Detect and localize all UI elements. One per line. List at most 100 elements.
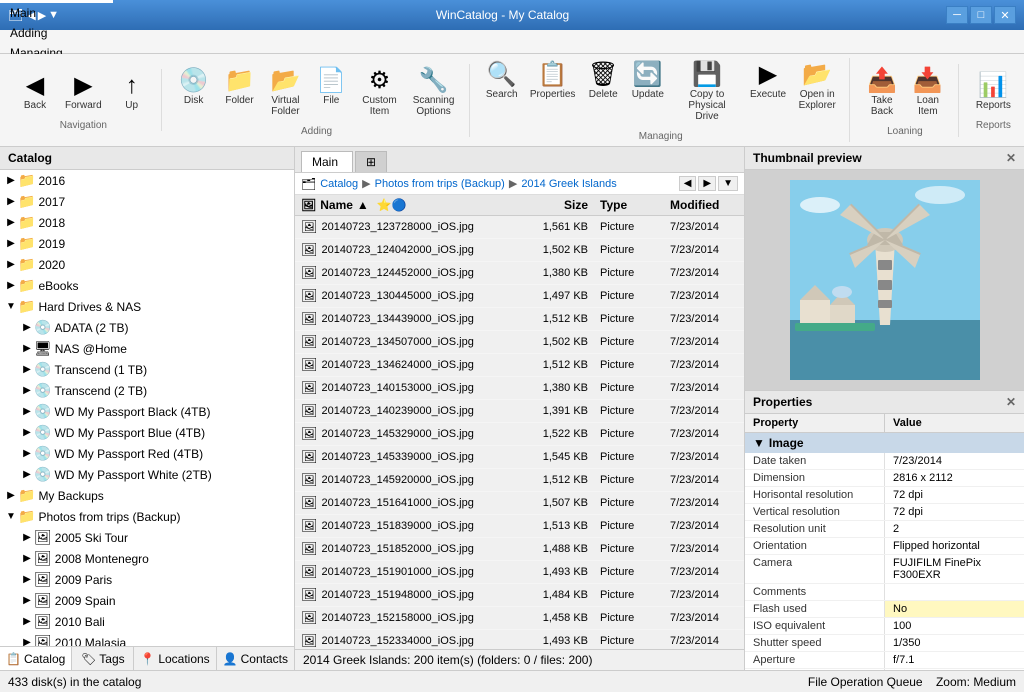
scanning-options-button[interactable]: 🔧 ScanningOptions — [406, 64, 462, 122]
tree-expand-wd-black-4tb[interactable]: ▶ — [20, 405, 34, 419]
breadcrumb-view-btn[interactable]: ▼ — [718, 176, 738, 191]
file-row[interactable]: 🖼 20140723_145329000_iOS.jpg1,522 KBPict… — [295, 423, 744, 446]
search-button[interactable]: 🔍 Search — [480, 58, 523, 127]
sidebar-footer-tab-catalog[interactable]: 📋Catalog — [0, 647, 72, 670]
file-row[interactable]: 🖼 20140723_134439000_iOS.jpg1,512 KBPict… — [295, 308, 744, 331]
tree-expand-transcend-2tb[interactable]: ▶ — [20, 384, 34, 398]
virtual-folder-button[interactable]: 📂 VirtualFolder — [263, 64, 307, 122]
minimize-button[interactable]: ─ — [946, 6, 968, 24]
tree-expand-2009-paris[interactable]: ▶ — [20, 573, 34, 587]
menu-tab-adding[interactable]: Adding — [0, 23, 113, 43]
tree-expand-photos-from-trips[interactable]: ▼ — [4, 510, 18, 524]
disk-button[interactable]: 💿 Disk — [172, 64, 216, 122]
tree-expand-2009-spain[interactable]: ▶ — [20, 594, 34, 608]
breadcrumb-photos[interactable]: Photos from trips (Backup) — [375, 178, 505, 190]
file-row[interactable]: 🖼 20140723_152334000_iOS.jpg1,493 KBPict… — [295, 630, 744, 649]
file-row[interactable]: 🖼 20140723_145920000_iOS.jpg1,512 KBPict… — [295, 469, 744, 492]
open-explorer-button[interactable]: 📂 Open inExplorer — [793, 58, 841, 127]
file-row[interactable]: 🖼 20140723_130445000_iOS.jpg1,497 KBPict… — [295, 285, 744, 308]
tab-2[interactable]: ⊞ — [355, 151, 387, 172]
thumbnail-close-button[interactable]: ✕ — [1006, 151, 1016, 165]
file-button[interactable]: 📄 File — [309, 64, 353, 122]
col-header-type[interactable]: Type — [594, 195, 664, 215]
image-section[interactable]: ▼ Image — [745, 433, 1024, 453]
tree-item-transcend-1tb[interactable]: ▶💿Transcend (1 TB) — [0, 359, 294, 380]
tree-item-photos-from-trips[interactable]: ▼📁Photos from trips (Backup) — [0, 506, 294, 527]
tree-item-wd-red-4tb[interactable]: ▶💿WD My Passport Red (4TB) — [0, 443, 294, 464]
delete-button[interactable]: 🗑 Delete — [582, 58, 624, 127]
breadcrumb-greek-islands[interactable]: 2014 Greek Islands — [521, 178, 616, 190]
tree-expand-2008-montenegro[interactable]: ▶ — [20, 552, 34, 566]
execute-button[interactable]: ▶ Execute — [745, 58, 792, 127]
file-row[interactable]: 🖼 20140723_151901000_iOS.jpg1,493 KBPict… — [295, 561, 744, 584]
file-row[interactable]: 🖼 20140723_145339000_iOS.jpg1,545 KBPict… — [295, 446, 744, 469]
reports-button[interactable]: 📊 Reports — [969, 69, 1018, 116]
tree-expand-ebooks[interactable]: ▶ — [4, 279, 18, 293]
tree-item-hard-drives-nas[interactable]: ▼📁Hard Drives & NAS — [0, 296, 294, 317]
up-button[interactable]: ↑ Up — [111, 69, 153, 116]
tree-expand-2010-malasia[interactable]: ▶ — [20, 636, 34, 647]
tree-item-2010-bali[interactable]: ▶🖼2010 Bali — [0, 611, 294, 632]
tree-item-my-backups[interactable]: ▶📁My Backups — [0, 485, 294, 506]
col-header-size[interactable]: Size — [514, 195, 594, 215]
tree-expand-2005-ski[interactable]: ▶ — [20, 531, 34, 545]
tree-item-2009-paris[interactable]: ▶🖼2009 Paris — [0, 569, 294, 590]
breadcrumb-forward-btn[interactable]: ▶ — [698, 176, 716, 191]
tree-expand-2018[interactable]: ▶ — [4, 216, 18, 230]
tree-item-2017[interactable]: ▶📁2017 — [0, 191, 294, 212]
file-row[interactable]: 🖼 20140723_151852000_iOS.jpg1,488 KBPict… — [295, 538, 744, 561]
tree-expand-hard-drives-nas[interactable]: ▼ — [4, 300, 18, 314]
loan-item-button[interactable]: 📥 LoanItem — [906, 64, 950, 122]
file-row[interactable]: 🖼 20140723_151839000_iOS.jpg1,513 KBPict… — [295, 515, 744, 538]
tree-item-wd-black-4tb[interactable]: ▶💿WD My Passport Black (4TB) — [0, 401, 294, 422]
file-row[interactable]: 🖼 20140723_124042000_iOS.jpg1,502 KBPict… — [295, 239, 744, 262]
tree-expand-wd-red-4tb[interactable]: ▶ — [20, 447, 34, 461]
forward-button[interactable]: ▶ Forward — [58, 69, 109, 116]
sidebar-footer-tab-locations[interactable]: 📍Locations — [134, 647, 216, 670]
tree-expand-transcend-1tb[interactable]: ▶ — [20, 363, 34, 377]
maximize-button[interactable]: □ — [970, 6, 992, 24]
file-row[interactable]: 🖼 20140723_140239000_iOS.jpg1,391 KBPict… — [295, 400, 744, 423]
close-button[interactable]: ✕ — [994, 6, 1016, 24]
tree-item-2008-montenegro[interactable]: ▶🖼2008 Montenegro — [0, 548, 294, 569]
col-header-name[interactable]: 🖼 Name ▲ ⭐🔵 — [295, 195, 514, 215]
tree-item-2018[interactable]: ▶📁2018 — [0, 212, 294, 233]
properties-close-button[interactable]: ✕ — [1006, 395, 1016, 409]
file-row[interactable]: 🖼 20140723_134624000_iOS.jpg1,512 KBPict… — [295, 354, 744, 377]
folder-button[interactable]: 📁 Folder — [218, 64, 262, 122]
custom-item-button[interactable]: ⚙ CustomItem — [355, 64, 403, 122]
take-back-button[interactable]: 📤 TakeBack — [860, 64, 904, 122]
tree-expand-2016[interactable]: ▶ — [4, 174, 18, 188]
col-header-modified[interactable]: Modified — [664, 195, 744, 215]
tree-item-2016[interactable]: ▶📁2016 — [0, 170, 294, 191]
tree-expand-my-backups[interactable]: ▶ — [4, 489, 18, 503]
tree-item-2019[interactable]: ▶📁2019 — [0, 233, 294, 254]
tree-item-nas-at-home[interactable]: ▶🖥NAS @Home — [0, 338, 294, 359]
tree-item-2020[interactable]: ▶📁2020 — [0, 254, 294, 275]
menu-tab-main[interactable]: Main — [0, 3, 113, 23]
tree-expand-2019[interactable]: ▶ — [4, 237, 18, 251]
file-list-body[interactable]: 🖼 20140723_123728000_iOS.jpg1,561 KBPict… — [295, 216, 744, 649]
sidebar-tree[interactable]: ▶📁2016▶📁2017▶📁2018▶📁2019▶📁2020▶📁eBooks▼📁… — [0, 170, 294, 646]
file-row[interactable]: 🖼 20140723_124452000_iOS.jpg1,380 KBPict… — [295, 262, 744, 285]
tree-expand-2017[interactable]: ▶ — [4, 195, 18, 209]
tree-item-transcend-2tb[interactable]: ▶💿Transcend (2 TB) — [0, 380, 294, 401]
file-row[interactable]: 🖼 20140723_123728000_iOS.jpg1,561 KBPict… — [295, 216, 744, 239]
sidebar-footer-tab-contacts[interactable]: 👤Contacts — [217, 647, 294, 670]
tree-expand-2020[interactable]: ▶ — [4, 258, 18, 272]
tree-expand-adata[interactable]: ▶ — [20, 321, 34, 335]
breadcrumb-catalog[interactable]: Catalog — [320, 178, 358, 190]
tree-item-2005-ski[interactable]: ▶🖼2005 Ski Tour — [0, 527, 294, 548]
properties-button[interactable]: 📋 Properties — [525, 58, 580, 127]
file-row[interactable]: 🖼 20140723_151641000_iOS.jpg1,507 KBPict… — [295, 492, 744, 515]
tree-expand-wd-blue-4tb[interactable]: ▶ — [20, 426, 34, 440]
copy-physical-button[interactable]: 💾 Copy toPhysical Drive — [671, 58, 742, 127]
tab-main[interactable]: Main — [301, 151, 353, 172]
file-row[interactable]: 🖼 20140723_140153000_iOS.jpg1,380 KBPict… — [295, 377, 744, 400]
breadcrumb-back-btn[interactable]: ◀ — [679, 176, 697, 191]
file-row[interactable]: 🖼 20140723_152158000_iOS.jpg1,458 KBPict… — [295, 607, 744, 630]
tree-item-wd-blue-4tb[interactable]: ▶💿WD My Passport Blue (4TB) — [0, 422, 294, 443]
tree-item-ebooks[interactable]: ▶📁eBooks — [0, 275, 294, 296]
tree-expand-2010-bali[interactable]: ▶ — [20, 615, 34, 629]
sidebar-footer-tab-tags[interactable]: 🏷Tags — [72, 647, 134, 670]
